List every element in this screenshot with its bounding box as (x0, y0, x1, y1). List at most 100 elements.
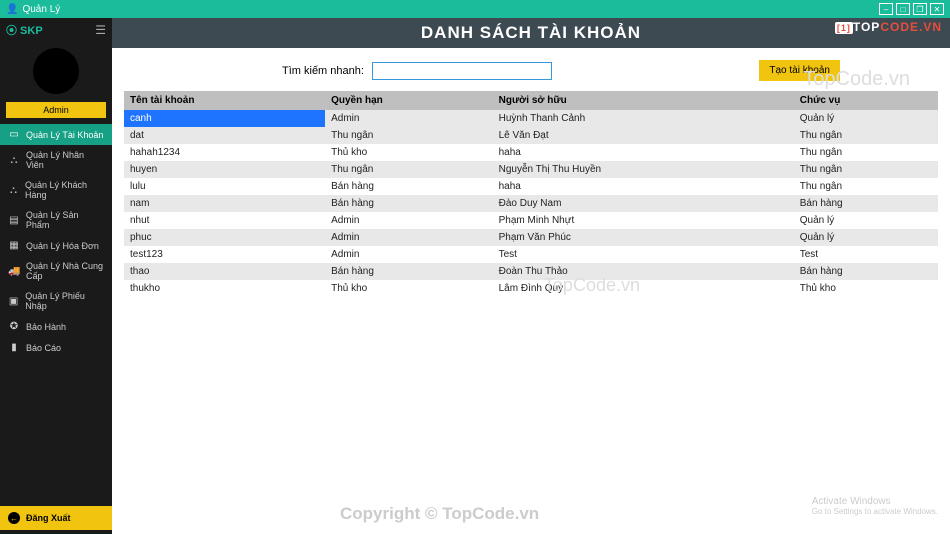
table-cell: Thu ngân (794, 144, 938, 161)
table-cell: Nguyễn Thị Thu Huyền (493, 161, 794, 178)
table-cell: Thu ngân (794, 127, 938, 144)
main-content: DANH SÁCH TÀI KHOẢN [1]TOPCODE.VN Tìm ki… (112, 18, 950, 534)
table-cell: Phạm Minh Nhựt (493, 212, 794, 229)
table-cell: huyen (124, 161, 325, 178)
nav-label: Quản Lý Phiếu Nhập (25, 291, 104, 311)
table-cell: nam (124, 195, 325, 212)
nav-icon: ✪ (8, 321, 20, 332)
nav-label: Quản Lý Nhà Cung Cấp (26, 261, 104, 281)
table-row[interactable]: nhutAdminPhạm Minh NhựtQuản lý (124, 212, 938, 229)
sidebar-item-6[interactable]: ▣ Quản Lý Phiếu Nhập (0, 286, 112, 316)
table-cell: Bán hàng (325, 178, 493, 195)
sidebar-item-0[interactable]: ▭ Quản Lý Tài Khoản (0, 124, 112, 145)
app-icon: 👤 (6, 4, 18, 15)
table-cell: test123 (124, 246, 325, 263)
table-cell: Quản lý (794, 229, 938, 246)
window-title: Quản Lý (22, 4, 60, 15)
logout-button[interactable]: ← Đăng Xuất (0, 506, 112, 530)
maximize-button[interactable]: □ (896, 3, 910, 15)
nav-list: ▭Quản Lý Tài Khoản⛬Quản Lý Nhân Viên⛬Quả… (0, 124, 112, 502)
table-cell: nhut (124, 212, 325, 229)
sidebar-item-7[interactable]: ✪Bảo Hành (0, 316, 112, 337)
table-cell: Test (493, 246, 794, 263)
table-cell: Thu ngân (794, 161, 938, 178)
column-header[interactable]: Chức vụ (794, 91, 938, 110)
hamburger-icon[interactable]: ☰ (95, 23, 106, 37)
column-header[interactable]: Quyền hạn (325, 91, 493, 110)
table-cell: Thu ngân (794, 178, 938, 195)
table-cell: Thủ kho (794, 280, 938, 297)
minimize-button[interactable]: – (879, 3, 893, 15)
sidebar-item-1[interactable]: ⛬Quản Lý Nhân Viên (0, 145, 112, 175)
nav-label: Quản Lý Hóa Đơn (26, 241, 99, 251)
table-cell: thukho (124, 280, 325, 297)
table-row[interactable]: thaoBán hàngĐoàn Thu ThảoBán hàng (124, 263, 938, 280)
table-cell: Bán hàng (325, 195, 493, 212)
table-row[interactable]: hahah1234Thủ khohahaThu ngân (124, 144, 938, 161)
column-header[interactable]: Người sở hữu (493, 91, 794, 110)
create-account-button[interactable]: Tạo tài khoản (759, 60, 840, 81)
table-cell: Bán hàng (794, 195, 938, 212)
table-row[interactable]: datThu ngânLê Văn ĐạtThu ngân (124, 127, 938, 144)
table-cell: Test (794, 246, 938, 263)
table-cell: Thủ kho (325, 280, 493, 297)
table-cell: haha (493, 144, 794, 161)
nav-icon: ▤ (8, 215, 20, 226)
table-cell: Bán hàng (794, 263, 938, 280)
table-row[interactable]: namBán hàngĐào Duy NamBán hàng (124, 195, 938, 212)
user-role-badge: Admin (6, 102, 106, 118)
nav-icon: ▭ (8, 129, 20, 140)
table-row[interactable]: thukhoThủ khoLâm Đình QuýThủ kho (124, 280, 938, 297)
table-cell: Đào Duy Nam (493, 195, 794, 212)
table-cell: Lê Văn Đạt (493, 127, 794, 144)
nav-icon: ▮ (8, 342, 20, 353)
table-cell: Đoàn Thu Thảo (493, 263, 794, 280)
restore-button[interactable]: ❐ (913, 3, 927, 15)
page-header: DANH SÁCH TÀI KHOẢN [1]TOPCODE.VN (112, 18, 950, 48)
table-cell: hahah1234 (124, 144, 325, 161)
column-header[interactable]: Tên tài khoản (124, 91, 325, 110)
table-cell: lulu (124, 178, 325, 195)
table-body: canhAdminHuỳnh Thanh CảnhQuản lýdatThu n… (124, 110, 938, 297)
sidebar: ⦿ SKP ☰ Admin ▭Quản Lý Tài Khoản⛬Quản Lý… (0, 18, 112, 534)
table-row[interactable]: canhAdminHuỳnh Thanh CảnhQuản lý (124, 110, 938, 127)
nav-label: Báo Cáo (26, 343, 61, 353)
nav-icon: 🚚 (8, 266, 20, 277)
table-row[interactable]: phucAdminPhạm Văn PhúcQuản lý (124, 229, 938, 246)
table-cell: Thu ngân (325, 161, 493, 178)
table-cell: Thủ kho (325, 144, 493, 161)
sidebar-item-2[interactable]: ⛬Quản Lý Khách Hàng (0, 175, 112, 205)
table-cell: Phạm Văn Phúc (493, 229, 794, 246)
table-row[interactable]: luluBán hànghahaThu ngân (124, 178, 938, 195)
sidebar-item-8[interactable]: ▮ Báo Cáo (0, 337, 112, 358)
table-header-row: Tên tài khoảnQuyền hạnNgười sở hữuChức v… (124, 91, 938, 110)
search-input[interactable] (372, 62, 552, 80)
table-cell: Huỳnh Thanh Cảnh (493, 110, 794, 127)
avatar (33, 48, 79, 94)
table-cell: Thu ngân (325, 127, 493, 144)
sidebar-item-5[interactable]: 🚚 Quản Lý Nhà Cung Cấp (0, 256, 112, 286)
toolbar: Tìm kiếm nhanh: Tạo tài khoản (112, 48, 950, 91)
table-cell: Admin (325, 246, 493, 263)
table-cell: Quản lý (794, 110, 938, 127)
table-cell: Admin (325, 212, 493, 229)
nav-icon: ⛬ (8, 185, 19, 196)
nav-label: Quản Lý Tài Khoản (26, 130, 103, 140)
nav-label: Quản Lý Sản Phẩm (26, 210, 104, 230)
logo: ⦿ SKP (6, 22, 43, 38)
nav-icon: ▣ (8, 296, 19, 307)
table-row[interactable]: huyenThu ngânNguyễn Thị Thu HuyềnThu ngâ… (124, 161, 938, 178)
search-label: Tìm kiếm nhanh: (282, 65, 364, 77)
table-row[interactable]: test123AdminTestTest (124, 246, 938, 263)
close-button[interactable]: ✕ (930, 3, 944, 15)
brand-badge: [1]TOPCODE.VN (835, 20, 942, 34)
logout-icon: ← (8, 512, 20, 524)
nav-label: Quản Lý Nhân Viên (26, 150, 104, 170)
table-cell: Admin (325, 110, 493, 127)
nav-icon: ▦ (8, 240, 20, 251)
titlebar: 👤 Quản Lý – □ ❐ ✕ (0, 0, 950, 18)
table-cell: Bán hàng (325, 263, 493, 280)
table-cell: Quản lý (794, 212, 938, 229)
sidebar-item-3[interactable]: ▤ Quản Lý Sản Phẩm (0, 205, 112, 235)
sidebar-item-4[interactable]: ▦ Quản Lý Hóa Đơn (0, 235, 112, 256)
